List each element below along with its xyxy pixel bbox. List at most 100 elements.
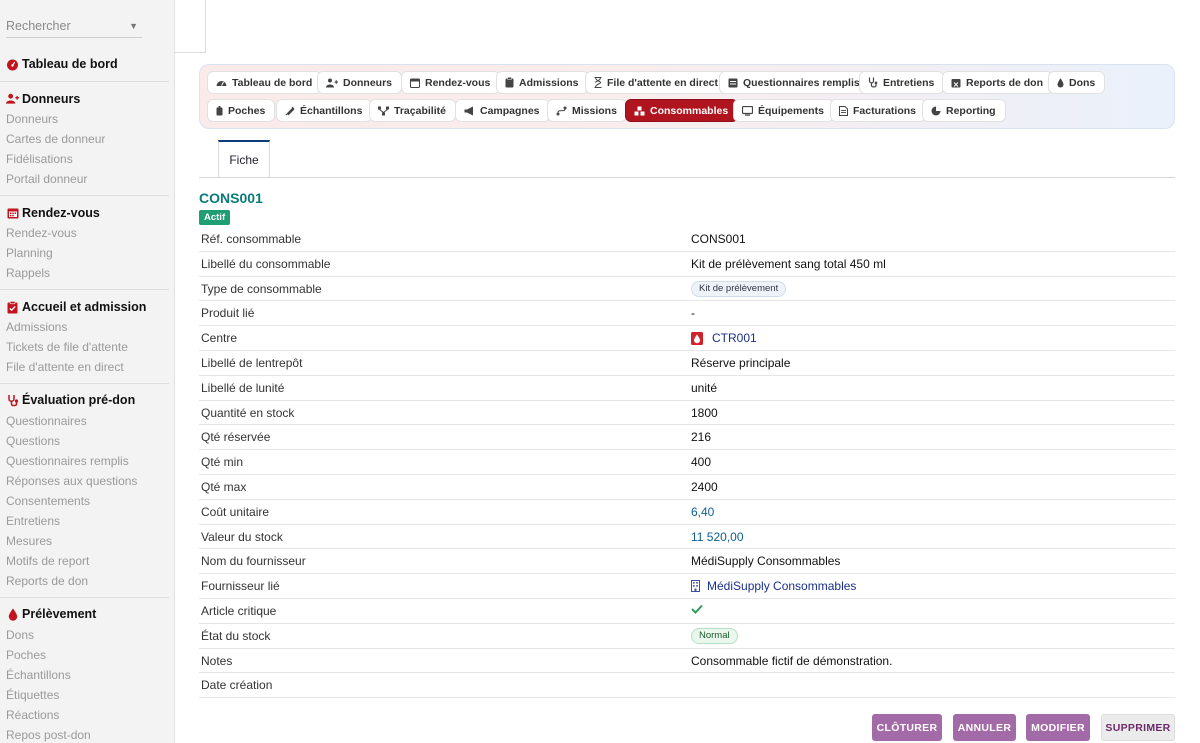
tab-campagnes[interactable]: Campagnes [455, 99, 550, 122]
field-row-quantite: Quantité en stock 1800 [199, 401, 1175, 426]
sidebar-section-title: Accueil et admission [22, 300, 147, 314]
sidebar-section-title: Évaluation pré-don [22, 393, 136, 407]
dashboard-gauge-icon [6, 58, 19, 71]
sidebar-section-evaluation[interactable]: Évaluation pré-don [6, 391, 135, 409]
chevron-down-icon[interactable]: ▼ [129, 14, 138, 38]
field-label: Fournisseur lié [201, 579, 280, 594]
sidebar-section-prelevement[interactable]: Prélèvement [6, 605, 96, 623]
tab-tracabilite[interactable]: Traçabilité [369, 99, 456, 122]
tab-reporting[interactable]: Reporting [922, 99, 1006, 122]
header-panel [175, 0, 206, 53]
field-label: Date création [201, 678, 273, 693]
search-select[interactable]: Rechercher ▼ [6, 14, 142, 38]
sidebar-item-rappels[interactable]: Rappels [6, 265, 50, 281]
sidebar-item-repos-post-don[interactable]: Repos post-don [6, 727, 91, 743]
tab-poches[interactable]: Poches [207, 99, 276, 122]
tab-echantillons[interactable]: Échantillons [276, 99, 373, 122]
tab-rendez-vous[interactable]: Rendez-vous [401, 71, 501, 94]
field-value: 400 [691, 455, 712, 470]
building-icon [691, 580, 700, 593]
tab-consommables[interactable]: Consommables [625, 99, 739, 122]
boxes-icon [634, 106, 645, 115]
type-badge: Kit de prélèvement [691, 280, 787, 297]
sidebar-item-planning[interactable]: Planning [6, 245, 53, 261]
tab-dons[interactable]: Dons [1048, 71, 1106, 94]
tab-file-attente[interactable]: File d'attente en direct [585, 71, 729, 94]
field-value: 1800 [691, 405, 718, 420]
field-value: 6,40 [691, 504, 715, 519]
cloturer-button[interactable]: CLÔTURER [872, 714, 942, 741]
sidebar-item-cartes-donneur[interactable]: Cartes de donneur [6, 131, 105, 147]
stethoscope-icon [868, 77, 878, 88]
calendar-icon [410, 78, 420, 88]
tab-label: Consommables [650, 104, 729, 117]
field-label: Article critique [201, 603, 277, 618]
sidebar-item-portail-donneur[interactable]: Portail donneur [6, 171, 87, 187]
tab-donneurs[interactable]: Donneurs [317, 71, 403, 94]
blood-drop-icon [6, 608, 19, 621]
sidebar-item-donneurs[interactable]: Donneurs [6, 111, 58, 127]
sidebar-item-dons[interactable]: Dons [6, 627, 34, 643]
sidebar-item-questionnaires-remplis[interactable]: Questionnaires remplis [6, 453, 129, 469]
tab-questionnaires-remplis[interactable]: Questionnaires remplis [719, 71, 870, 94]
field-value: Réserve principale [691, 355, 791, 370]
sidebar-item-mesures[interactable]: Mesures [6, 533, 52, 549]
field-label: Centre [201, 331, 238, 346]
sidebar-item-tickets[interactable]: Tickets de file d'attente [6, 339, 128, 355]
field-value: unité [691, 380, 718, 395]
field-row-qte-min: Qté min 400 [199, 450, 1175, 475]
user-plus-icon [6, 93, 19, 106]
check-icon [691, 604, 703, 614]
form-icon [728, 78, 738, 87]
field-label: Coût unitaire [201, 504, 270, 519]
sidebar-item-reponses[interactable]: Réponses aux questions [6, 473, 137, 489]
sidebar-section-accueil[interactable]: Accueil et admission [6, 298, 146, 316]
detail-table: Réf. consommable CONS001 Libellé du cons… [199, 227, 1175, 699]
sidebar-item-poches[interactable]: Poches [6, 647, 46, 663]
sidebar-section-donneurs[interactable]: Donneurs [6, 90, 80, 108]
sidebar-item-questionnaires[interactable]: Questionnaires [6, 413, 87, 429]
sidebar-item-rendez-vous[interactable]: Rendez-vous [6, 225, 77, 241]
modifier-button[interactable]: MODIFIER [1026, 714, 1090, 741]
sidebar-item-file-attente[interactable]: File d'attente en direct [6, 359, 124, 375]
sidebar-section-rendez-vous[interactable]: Rendez-vous [6, 204, 100, 222]
tab-entretiens[interactable]: Entretiens [859, 71, 945, 94]
sidebar-item-etiquettes[interactable]: Étiquettes [6, 687, 59, 703]
field-label: Notes [201, 653, 233, 668]
tab-missions[interactable]: Missions [547, 99, 627, 122]
tab-equipements[interactable]: Équipements [733, 99, 834, 122]
sidebar-item-dashboard[interactable]: Tableau de bord [6, 55, 118, 73]
fournisseur-link-label: MédiSupply Consommables [707, 579, 857, 594]
clipboard-icon [6, 300, 19, 314]
sidebar-item-fidelisations[interactable]: Fidélisations [6, 151, 73, 167]
field-row-qte-max: Qté max 2400 [199, 475, 1175, 500]
tab-fiche[interactable]: Fiche [218, 140, 270, 178]
sidebar-item-admissions[interactable]: Admissions [6, 319, 67, 335]
fournisseur-link[interactable]: MédiSupply Consommables [691, 579, 856, 593]
supprimer-button[interactable]: SUPPRIMER [1101, 714, 1175, 741]
status-badge: Actif [199, 210, 231, 225]
stock-state-badge: Normal [691, 627, 738, 644]
sidebar-item-entretiens[interactable]: Entretiens [6, 513, 60, 529]
sidebar-item-reports-don[interactable]: Reports de don [6, 573, 88, 589]
sidebar-item-consentements[interactable]: Consentements [6, 493, 90, 509]
hourglass-icon [594, 77, 602, 88]
field-row-ref: Réf. consommable CONS001 [199, 227, 1175, 252]
sidebar-item-reactions[interactable]: Réactions [6, 707, 59, 723]
annuler-button[interactable]: ANNULER [953, 714, 1016, 741]
tab-tableau-de-bord[interactable]: Tableau de bord [207, 71, 323, 94]
sidebar-item-motifs-report[interactable]: Motifs de report [6, 553, 89, 569]
tab-facturations[interactable]: Facturations [830, 99, 927, 122]
sidebar-item-questions[interactable]: Questions [6, 433, 60, 449]
syringe-icon [285, 106, 295, 115]
tab-label: File d'attente en direct [607, 76, 719, 89]
sidebar-item-echantillons[interactable]: Échantillons [6, 667, 71, 683]
field-label: Quantité en stock [201, 405, 295, 420]
field-value: Consommable fictif de démonstration. [691, 653, 893, 668]
tab-reports-don[interactable]: Reports de don [942, 71, 1054, 94]
route-icon [556, 106, 567, 115]
tab-label: Reporting [946, 104, 996, 117]
tab-admissions[interactable]: Admissions [496, 71, 589, 94]
tab-label: Tableau de bord [232, 76, 313, 89]
centre-link[interactable]: CTR001 [691, 331, 757, 345]
